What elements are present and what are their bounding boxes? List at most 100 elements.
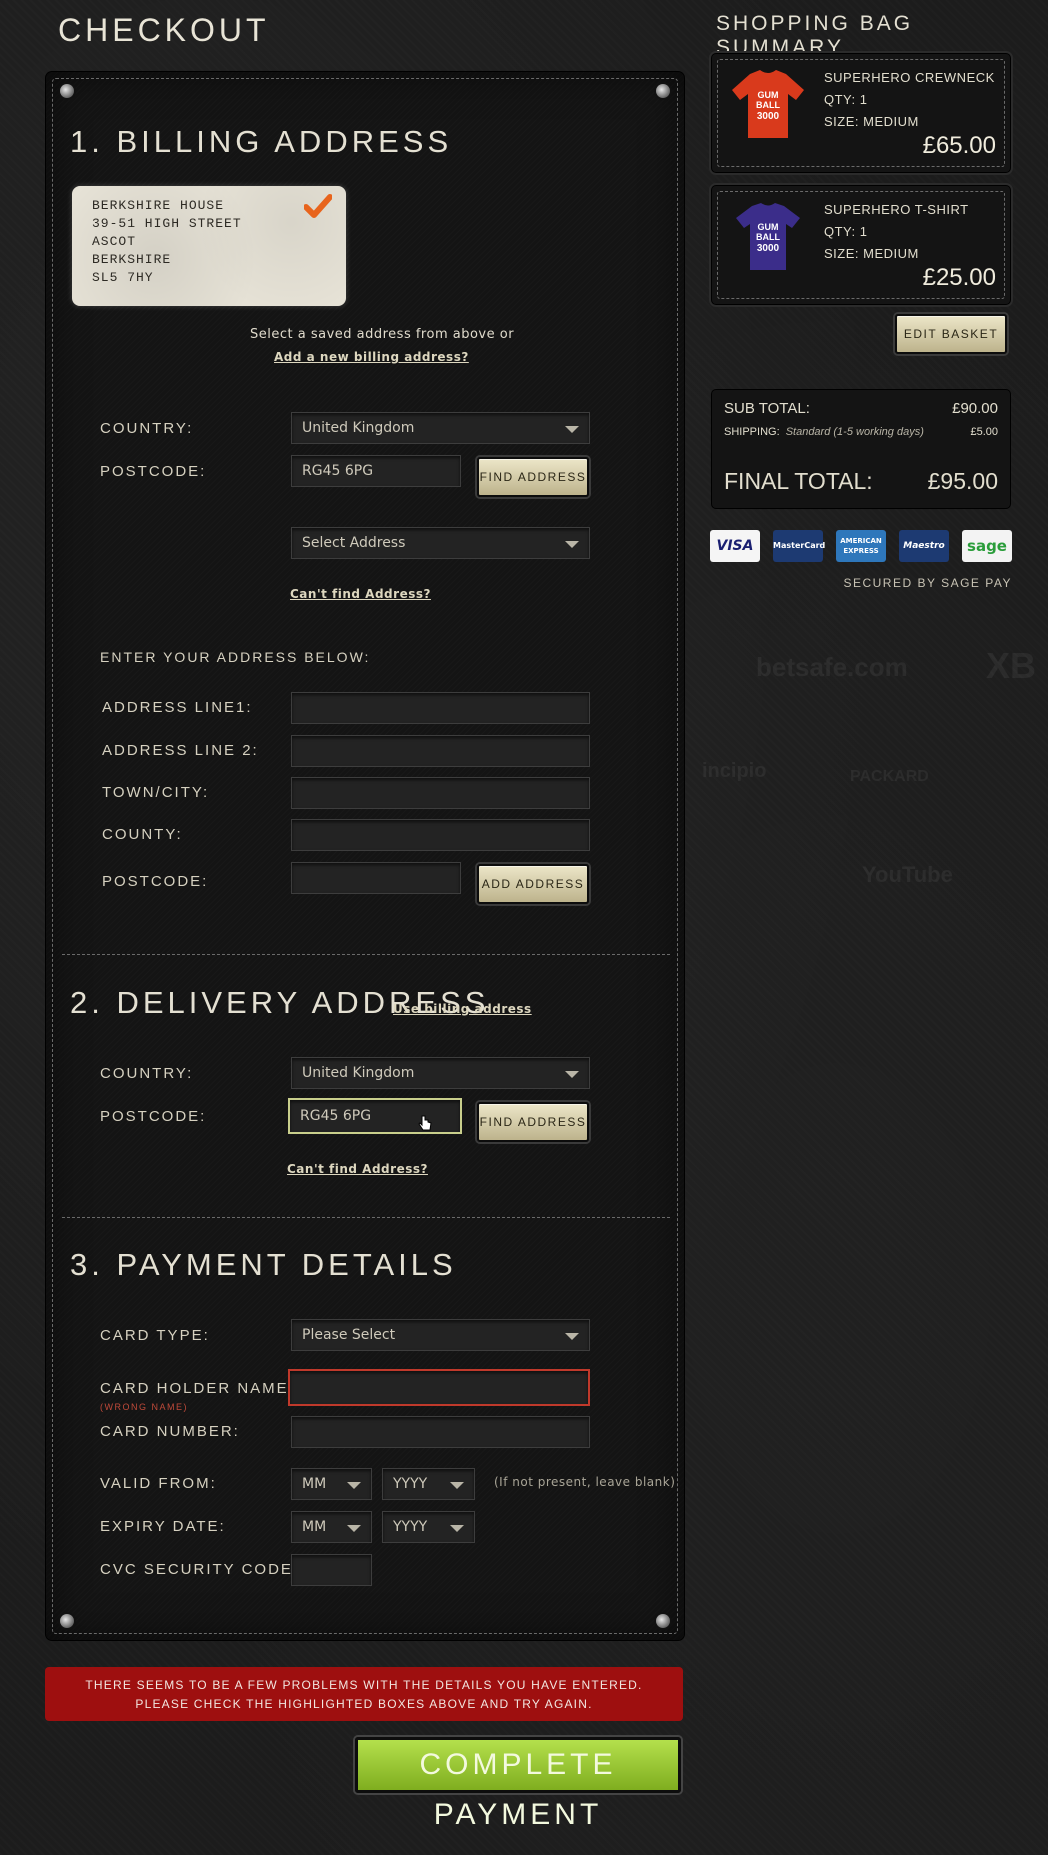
saved-address-line: BERKSHIRE HOUSE bbox=[92, 198, 225, 213]
add-billing-address-link[interactable]: Add a new billing address? bbox=[274, 350, 469, 364]
billing-cant-find-link[interactable]: Can't find Address? bbox=[290, 587, 431, 601]
item-price: £65.00 bbox=[922, 132, 996, 159]
accepted-cards: VISA MasterCard AMERICAN EXPRESS Maestro… bbox=[710, 530, 1012, 564]
rivet-icon bbox=[656, 84, 670, 98]
error-line-2: PLEASE CHECK THE HIGHLIGHTED BOXES ABOVE… bbox=[135, 1697, 593, 1711]
item-size: SIZE: MEDIUM bbox=[824, 114, 919, 129]
background-logo-xb: XB bbox=[986, 645, 1037, 686]
error-line-1: THERE SEEMS TO BE A FEW PROBLEMS WITH TH… bbox=[85, 1678, 643, 1692]
error-banner: THERE SEEMS TO BE A FEW PROBLEMS WITH TH… bbox=[45, 1667, 683, 1721]
town-city-label: TOWN/CITY: bbox=[102, 784, 210, 801]
add-address-button[interactable]: ADD ADDRESS bbox=[477, 864, 589, 904]
shipping-method: Standard (1-5 working days) bbox=[785, 426, 924, 438]
maestro-logo-icon: Maestro bbox=[899, 530, 949, 562]
item-qty: QTY: 1 bbox=[824, 92, 868, 107]
billing-postcode-label: POSTCODE: bbox=[100, 463, 207, 480]
card-holder-label: CARD HOLDER NAME: bbox=[100, 1380, 295, 1397]
valid-from-hint: (If not present, leave blank) bbox=[494, 1475, 676, 1489]
billing-country-label: COUNTRY: bbox=[100, 420, 194, 437]
delivery-find-address-button[interactable]: FIND ADDRESS bbox=[477, 1102, 589, 1142]
delivery-postcode-input[interactable]: RG45 6PG bbox=[288, 1098, 462, 1134]
complete-payment-button[interactable]: COMPLETE PAYMENT bbox=[355, 1737, 681, 1831]
card-type-label: CARD TYPE: bbox=[100, 1327, 210, 1344]
saved-address-card[interactable]: BERKSHIRE HOUSE 39-51 HIGH STREET ASCOT … bbox=[72, 186, 346, 306]
section-divider bbox=[62, 954, 670, 955]
payment-heading: 3. PAYMENT DETAILS bbox=[70, 1247, 457, 1282]
background-logo-packard: PACKARD bbox=[850, 768, 929, 785]
billing-country-select[interactable]: United Kingdom bbox=[291, 412, 590, 444]
expiry-year-select[interactable]: YYYY bbox=[382, 1511, 475, 1543]
mastercard-logo-icon: MasterCard bbox=[773, 530, 825, 562]
address-line2-input[interactable] bbox=[291, 735, 590, 767]
amex-logo-icon: AMERICAN EXPRESS bbox=[836, 530, 886, 562]
town-city-input[interactable] bbox=[291, 777, 590, 809]
background-logo-incipio: incipio bbox=[702, 760, 767, 782]
edit-basket-button[interactable]: EDIT BASKET bbox=[895, 314, 1007, 354]
valid-from-year-select[interactable]: YYYY bbox=[382, 1468, 475, 1500]
tshirt-thumbnail: GUM BALL 3000 bbox=[736, 203, 800, 270]
thumb-text: BALL bbox=[756, 100, 780, 110]
saved-address-line: BERKSHIRE bbox=[92, 252, 172, 267]
cvc-label: CVC SECURITY CODE: bbox=[100, 1561, 300, 1578]
expiry-date-label: EXPIRY DATE: bbox=[100, 1518, 226, 1535]
saved-address-line: SL5 7HY bbox=[92, 270, 154, 285]
billing-heading: 1. BILLING ADDRESS bbox=[70, 124, 453, 159]
cvc-input[interactable] bbox=[291, 1554, 372, 1586]
item-size: SIZE: MEDIUM bbox=[824, 246, 919, 261]
use-billing-address-link[interactable]: Use billing address bbox=[393, 1002, 532, 1016]
item-qty: QTY: 1 bbox=[824, 224, 868, 239]
valid-from-month-select[interactable]: MM bbox=[291, 1468, 372, 1500]
shipping-row: SHIPPING: Standard (1-5 working days) £5… bbox=[724, 426, 998, 438]
card-number-label: CARD NUMBER: bbox=[100, 1423, 240, 1440]
checkmark-icon bbox=[304, 194, 332, 218]
final-total-value: £95.00 bbox=[927, 468, 998, 494]
final-total-label: FINAL TOTAL: bbox=[724, 468, 873, 494]
card-holder-input[interactable] bbox=[288, 1369, 590, 1406]
delivery-cant-find-link[interactable]: Can't find Address? bbox=[287, 1162, 428, 1176]
background-logo-betsafe: betsafe.com bbox=[756, 652, 908, 682]
visa-logo-icon: VISA bbox=[710, 530, 760, 562]
county-label: COUNTY: bbox=[102, 826, 183, 843]
hand-cursor-icon bbox=[418, 1115, 432, 1131]
manual-postcode-input[interactable] bbox=[291, 862, 461, 894]
section-divider bbox=[62, 1217, 670, 1218]
delivery-country-select[interactable]: United Kingdom bbox=[291, 1057, 590, 1089]
thumb-text: 3000 bbox=[757, 111, 780, 122]
saved-address-line: 39-51 HIGH STREET bbox=[92, 216, 242, 231]
billing-postcode-input[interactable]: RG45 6PG bbox=[291, 455, 461, 487]
bag-item: GUM BALL 3000 SUPERHERO CREWNECK QTY: 1 … bbox=[712, 54, 1010, 172]
card-type-select[interactable]: Please Select bbox=[291, 1319, 590, 1351]
billing-find-address-button[interactable]: FIND ADDRESS bbox=[477, 457, 589, 497]
address-line2-label: ADDRESS LINE 2: bbox=[102, 742, 259, 759]
manual-postcode-label: POSTCODE: bbox=[102, 873, 209, 890]
address-line1-label: ADDRESS LINE1: bbox=[102, 699, 253, 716]
secured-by-sagepay: SECURED BY SAGE PAY bbox=[843, 576, 1012, 590]
order-totals: SUB TOTAL: £90.00 SHIPPING: Standard (1-… bbox=[712, 390, 1010, 508]
select-saved-hint: Select a saved address from above or bbox=[250, 327, 515, 342]
page-title: CHECKOUT bbox=[58, 12, 270, 48]
crewneck-thumbnail: GUM BALL 3000 bbox=[732, 70, 804, 138]
billing-select-address-dropdown[interactable]: Select Address bbox=[291, 527, 590, 559]
sub-total-row: SUB TOTAL: £90.00 bbox=[724, 400, 998, 417]
item-name: SUPERHERO T-SHIRT bbox=[824, 202, 969, 217]
address-line1-input[interactable] bbox=[291, 692, 590, 724]
shopping-bag-summary-title: SHOPPING BAG SUMMARY bbox=[716, 12, 914, 59]
thumb-text: GUM bbox=[758, 222, 779, 232]
rivet-icon bbox=[60, 84, 74, 98]
shipping-label: SHIPPING: bbox=[724, 426, 780, 438]
thumb-text: GUM bbox=[758, 90, 779, 100]
thumb-text: 3000 bbox=[757, 243, 780, 254]
sage-logo-icon: sage bbox=[962, 530, 1012, 562]
card-holder-error: (WRONG NAME) bbox=[100, 1402, 188, 1412]
expiry-month-select[interactable]: MM bbox=[291, 1511, 372, 1543]
enter-address-heading: ENTER YOUR ADDRESS BELOW: bbox=[100, 649, 371, 665]
delivery-country-label: COUNTRY: bbox=[100, 1065, 194, 1082]
rivet-icon bbox=[656, 1614, 670, 1628]
shipping-value: £5.00 bbox=[970, 426, 998, 438]
county-input[interactable] bbox=[291, 819, 590, 851]
card-number-input[interactable] bbox=[291, 1416, 590, 1448]
bag-item: GUM BALL 3000 SUPERHERO T-SHIRT QTY: 1 S… bbox=[712, 186, 1010, 304]
valid-from-label: VALID FROM: bbox=[100, 1475, 217, 1492]
sub-total-value: £90.00 bbox=[952, 400, 998, 417]
thumb-text: BALL bbox=[756, 232, 780, 242]
